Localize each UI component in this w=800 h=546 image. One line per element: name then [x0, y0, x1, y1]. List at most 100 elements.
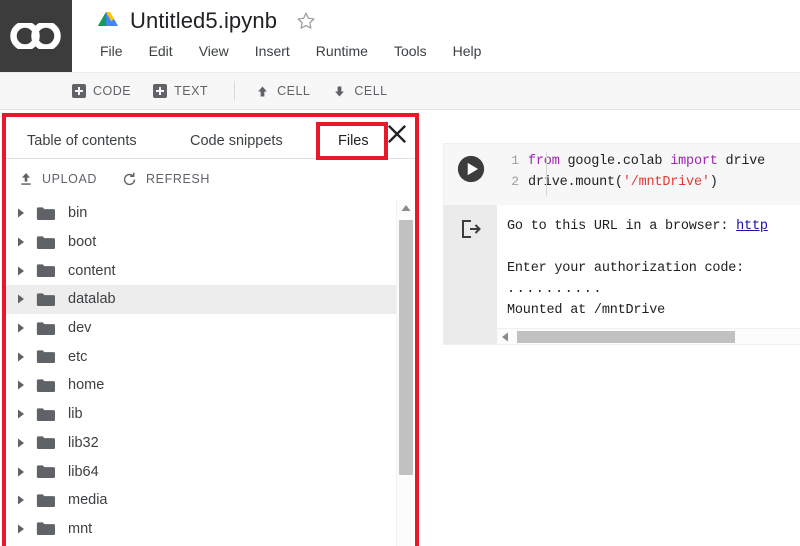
menu-item-tools[interactable]: Tools	[392, 42, 429, 60]
menu-item-view[interactable]: View	[197, 42, 231, 60]
tree-row-label: content	[68, 262, 116, 279]
chevron-right-icon[interactable]	[14, 264, 28, 278]
chevron-right-icon[interactable]	[14, 292, 28, 306]
cell-toolbar: CODE TEXT CELL CELL	[0, 72, 800, 110]
chevron-right-icon[interactable]	[14, 321, 28, 335]
tree-row-lib64[interactable]: lib64	[6, 457, 398, 486]
tree-row-lib32[interactable]: lib32	[6, 429, 398, 458]
code-token-keyword: import	[670, 154, 726, 169]
folder-icon	[36, 349, 68, 364]
chevron-right-icon[interactable]	[14, 436, 28, 450]
menu-item-edit[interactable]: Edit	[147, 42, 175, 60]
chevron-right-icon[interactable]	[14, 378, 28, 392]
tab-files[interactable]: Files	[334, 127, 373, 155]
scroll-up-button[interactable]	[397, 200, 415, 216]
add-text-cell-button[interactable]: TEXT	[153, 84, 208, 98]
chevron-right-icon[interactable]	[14, 206, 28, 220]
scroll-left-button[interactable]	[497, 329, 513, 344]
output-text: Go to this URL in a browser: http Enter …	[497, 205, 800, 344]
colab-logo[interactable]	[0, 0, 72, 72]
tree-row-label: etc	[68, 348, 88, 365]
tree-row-datalab[interactable]: datalab	[6, 285, 398, 314]
tree-row-bin[interactable]: bin	[6, 199, 398, 228]
scrollbar-thumb[interactable]	[399, 220, 413, 475]
chevron-right-icon[interactable]	[14, 493, 28, 507]
tree-row-label: lib32	[68, 434, 99, 451]
google-drive-icon	[98, 12, 118, 26]
document-title-row: Untitled5.ipynb	[98, 8, 317, 34]
tree-row-boot[interactable]: boot	[6, 228, 398, 257]
add-text-cell-label: TEXT	[174, 84, 209, 98]
authorization-url-link[interactable]: http	[736, 219, 768, 234]
run-gutter	[444, 144, 497, 205]
folder-icon	[36, 435, 68, 450]
output-gutter	[444, 205, 497, 344]
output-horizontal-scrollbar[interactable]	[497, 328, 800, 344]
page-title[interactable]: Untitled5.ipynb	[130, 8, 277, 34]
folder-icon	[36, 263, 68, 278]
notebook-cell: 1 from google.colab import drive 2 drive…	[443, 143, 800, 345]
tree-row-home[interactable]: home	[6, 371, 398, 400]
tree-row-etc[interactable]: etc	[6, 342, 398, 371]
refresh-icon	[123, 172, 136, 185]
chevron-right-icon[interactable]	[14, 522, 28, 536]
run-cell-button[interactable]	[456, 154, 486, 184]
code-gutter-divider	[546, 152, 547, 196]
code-line: 1 from google.colab import drive	[497, 153, 765, 174]
refresh-button[interactable]: REFRESH	[121, 171, 210, 188]
menu-item-insert[interactable]: Insert	[253, 42, 292, 60]
tree-row-label: lib	[68, 406, 83, 423]
output-url-prefix: Go to this URL in a browser:	[507, 219, 737, 234]
code-editor[interactable]: 1 from google.colab import drive 2 drive…	[497, 144, 765, 205]
caret-up-icon	[401, 205, 411, 211]
app-header: Untitled5.ipynb File Edit View Insert Ru…	[0, 0, 800, 72]
chevron-right-icon[interactable]	[14, 350, 28, 364]
tree-row-label: datalab	[68, 291, 116, 308]
chevron-right-icon[interactable]	[14, 407, 28, 421]
tab-code-snippets[interactable]: Code snippets	[186, 127, 287, 155]
folder-icon	[36, 378, 68, 393]
code-token-name: drive	[725, 154, 766, 169]
menu-item-runtime[interactable]: Runtime	[314, 42, 370, 60]
arrow-down-icon	[335, 86, 345, 96]
panel-tab-bar: Table of contents Code snippets Files	[6, 117, 415, 159]
output-line-url: Go to this URL in a browser: http	[507, 216, 800, 237]
output-line-mounted: Mounted at /mntDrive	[507, 303, 666, 318]
panel-actions: UPLOAD REFRESH	[6, 159, 415, 199]
move-cell-down-button[interactable]: CELL	[332, 84, 387, 99]
chevron-right-icon[interactable]	[14, 465, 28, 479]
code-token-module: google.colab	[567, 154, 671, 169]
code-cell[interactable]: 1 from google.colab import drive 2 drive…	[443, 143, 800, 205]
move-cell-up-button[interactable]: CELL	[255, 84, 310, 99]
plus-square-icon	[153, 84, 168, 98]
tab-table-of-contents[interactable]: Table of contents	[23, 127, 141, 155]
tree-row-lib[interactable]: lib	[6, 400, 398, 429]
upload-button[interactable]: UPLOAD	[18, 171, 97, 187]
code-line-text: drive.mount('/mntDrive')	[528, 175, 718, 190]
tree-row-label: bin	[68, 205, 88, 222]
tree-row-label: mnt	[68, 520, 93, 537]
star-icon[interactable]	[295, 10, 317, 32]
close-icon[interactable]	[386, 123, 408, 145]
folder-icon	[36, 321, 68, 336]
chevron-right-icon[interactable]	[14, 235, 28, 249]
line-number: 1	[511, 153, 519, 168]
tree-row-content[interactable]: content	[6, 256, 398, 285]
menu-item-help[interactable]: Help	[451, 42, 484, 60]
menu-item-file[interactable]: File	[98, 42, 125, 60]
refresh-label: REFRESH	[146, 172, 210, 186]
caret-left-icon	[502, 332, 508, 342]
tree-row-mnt[interactable]: mnt	[6, 515, 398, 544]
toolbar-divider	[234, 81, 236, 101]
file-tree-scrollbar[interactable]	[396, 200, 414, 546]
file-tree: bin boot content datalab dev etc home lib lib32 l…	[6, 199, 415, 546]
tree-row-dev[interactable]: dev	[6, 314, 398, 343]
colab-logo-icon	[10, 23, 61, 49]
scrollbar-thumb[interactable]	[517, 331, 735, 343]
code-line: 2 drive.mount('/mntDrive')	[497, 174, 765, 195]
notebook-area: 1 from google.colab import drive 2 drive…	[420, 111, 800, 546]
add-code-cell-button[interactable]: CODE	[72, 84, 131, 98]
folder-icon	[36, 493, 68, 508]
tree-row-media[interactable]: media	[6, 486, 398, 515]
folder-icon	[36, 235, 68, 250]
